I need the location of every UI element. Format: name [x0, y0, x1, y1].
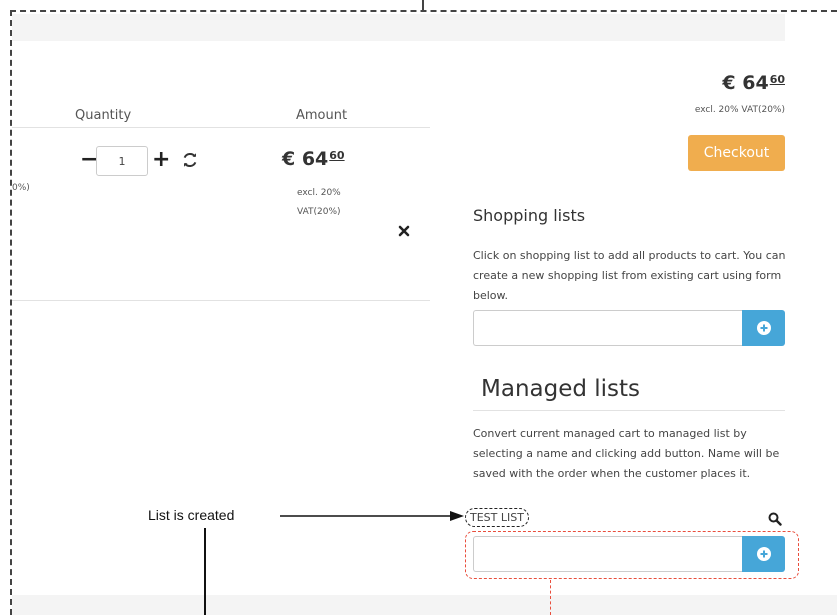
cart-total-vat-note: excl. 20% VAT(20%)	[694, 105, 785, 115]
close-icon[interactable]	[397, 224, 411, 238]
quantity-input[interactable]	[96, 146, 148, 176]
managed-list-item[interactable]: TEST LIST	[465, 508, 529, 527]
managed-list-name-input[interactable]	[473, 536, 743, 572]
row-vat-note: excl. 20% VAT(20%)	[297, 188, 341, 217]
clipped-cell-text: 0%)	[12, 183, 30, 193]
plus-circle-icon	[756, 321, 771, 335]
footer-band	[12, 595, 837, 615]
shopping-lists-title: Shopping lists	[473, 206, 586, 225]
annotation-frame-left	[10, 10, 12, 615]
managed-lists-divider	[473, 410, 785, 411]
amount-column-header: Amount	[296, 108, 348, 123]
cart-total-main: € 64	[722, 72, 769, 94]
annotation-frame-tick	[422, 0, 424, 12]
cart-total-cents: 60	[769, 73, 785, 86]
row-amount: € 6460	[282, 148, 345, 170]
quantity-increase-button[interactable]: +	[152, 148, 170, 172]
table-row-divider	[12, 300, 430, 301]
table-header-divider	[12, 127, 430, 128]
managed-lists-title: Managed lists	[481, 376, 641, 402]
quantity-column-header: Quantity	[75, 108, 132, 123]
annotation-callout-label: List is created	[148, 507, 235, 523]
search-icon[interactable]	[768, 512, 782, 526]
annotation-connector	[204, 528, 206, 615]
shopping-list-name-input[interactable]	[473, 310, 743, 346]
cart-total: € 6460	[722, 72, 785, 94]
annotation-arrow	[280, 511, 464, 521]
checkout-button[interactable]: Checkout	[688, 135, 785, 171]
managed-lists-description: Convert current managed cart to managed …	[473, 427, 780, 480]
highlight-connector	[550, 580, 551, 615]
shopping-lists-description: Click on shopping list to add all produc…	[473, 249, 786, 302]
header-band	[12, 14, 785, 41]
plus-circle-icon	[756, 547, 771, 561]
row-amount-cents: 60	[329, 149, 345, 162]
row-amount-main: € 64	[282, 148, 329, 170]
managed-list-add-button[interactable]	[742, 536, 785, 572]
refresh-icon[interactable]	[180, 150, 200, 170]
shopping-list-add-button[interactable]	[742, 310, 785, 346]
